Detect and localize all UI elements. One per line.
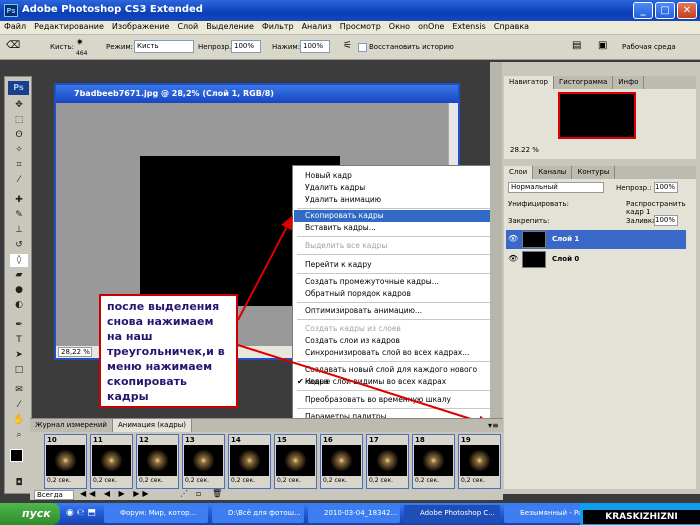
playback-controls[interactable]: ◀◀ ◀ ▶ ▶▶ xyxy=(80,489,152,498)
layer-opacity-input[interactable]: 100% xyxy=(654,182,678,193)
frame-number: 12 xyxy=(139,436,149,444)
tab-animation-frames[interactable]: Анимация (кадры) xyxy=(112,419,193,432)
frame-thumbnail xyxy=(92,445,131,476)
animation-frame[interactable]: 17 0,2 сек. xyxy=(366,434,409,489)
animation-panel: Журнал измерений Анимация (кадры) ▾≡ 10 0,… xyxy=(30,418,503,500)
layers-panel: Нормальный Непрозр.: 100% Унифицировать:… xyxy=(504,179,696,489)
layer-thumbnail xyxy=(522,251,546,268)
navigator-preview[interactable] xyxy=(558,92,636,139)
task-paint[interactable]: Безымянный - Paint xyxy=(504,505,580,523)
frame-thumbnail xyxy=(414,445,453,476)
animation-frame[interactable]: 15 0,2 сек. xyxy=(274,434,317,489)
tween-icon[interactable]: ⋰ xyxy=(180,489,188,498)
frame-number: 11 xyxy=(93,436,103,444)
propagate-frame-label[interactable]: Распространить кадр 1 xyxy=(626,200,696,216)
frame-number: 13 xyxy=(185,436,195,444)
loop-select[interactable]: Всегда xyxy=(34,490,74,500)
eye-icon[interactable]: 👁 xyxy=(508,234,518,243)
frame-thumbnail xyxy=(276,445,315,476)
frame-number: 14 xyxy=(231,436,241,444)
tab-histogram[interactable]: Гистограмма xyxy=(554,76,614,89)
frame-number: 17 xyxy=(369,436,379,444)
frame-thumbnail xyxy=(230,445,269,476)
tab-measurement-log[interactable]: Журнал измерений xyxy=(30,419,113,432)
tab-layers[interactable]: Слои xyxy=(504,166,534,179)
watermark: KRASKIZHIZNI xyxy=(583,510,700,524)
frame-thumbnail xyxy=(322,445,361,476)
lock-label: Закрепить: xyxy=(508,217,550,225)
new-frame-icon[interactable]: ▫ xyxy=(196,489,201,498)
navigator-tabs: Навигатор Гистограмма Инфо xyxy=(504,76,696,89)
arrow-to-copy-frames xyxy=(237,215,293,321)
eye-icon[interactable]: 👁 xyxy=(508,254,518,263)
frame-thumbnail xyxy=(460,445,499,476)
frame-number: 18 xyxy=(415,436,425,444)
frame-duration[interactable]: 0,2 сек. xyxy=(231,477,255,484)
frame-number: 16 xyxy=(323,436,333,444)
layers-tabs: Слои Каналы Контуры xyxy=(504,166,696,179)
frame-duration[interactable]: 0,2 сек. xyxy=(461,477,485,484)
layer-row[interactable]: 👁 Слой 0 xyxy=(506,250,686,269)
frame-duration[interactable]: 0,2 сек. xyxy=(47,477,71,484)
navigator-zoom[interactable]: 28.22 % xyxy=(510,146,539,154)
layer-name: Слой 0 xyxy=(552,255,580,263)
layer-opacity-label: Непрозр.: xyxy=(616,184,652,192)
layer-name: Слой 1 xyxy=(552,235,580,243)
fill-input[interactable]: 100% xyxy=(654,215,678,226)
animation-frame[interactable]: 13 0,2 сек. xyxy=(182,434,225,489)
layer-row[interactable]: 👁 Слой 1 xyxy=(506,230,686,249)
task-forum[interactable]: Форум: Мир, котор... xyxy=(104,505,208,523)
frame-duration[interactable]: 0,2 сек. xyxy=(277,477,301,484)
frame-duration[interactable]: 0,2 сек. xyxy=(323,477,347,484)
frame-duration[interactable]: 0,2 сек. xyxy=(185,477,209,484)
frame-number: 10 xyxy=(47,436,57,444)
task-screenshot[interactable]: 2010-03-04_18342... xyxy=(308,505,400,523)
delete-frame-icon[interactable]: 🗑 xyxy=(212,489,222,498)
animation-frame[interactable]: 11 0,2 сек. xyxy=(90,434,133,489)
task-folder[interactable]: D:\Всё для фотош... xyxy=(212,505,304,523)
quick-launch-icons[interactable]: ◉ ℮ ⬒ xyxy=(66,508,96,518)
frame-thumbnail xyxy=(184,445,223,476)
blend-mode-select[interactable]: Нормальный xyxy=(508,182,604,193)
layer-thumbnail xyxy=(522,231,546,248)
panel-menu-icon[interactable]: ▾≡ xyxy=(488,421,499,430)
frame-number: 15 xyxy=(277,436,287,444)
animation-frame[interactable]: 14 0,2 сек. xyxy=(228,434,271,489)
animation-frame[interactable]: 16 0,2 сек. xyxy=(320,434,363,489)
start-button[interactable]: пуск xyxy=(0,503,60,525)
tab-info[interactable]: Инфо xyxy=(613,76,645,89)
frame-thumbnail xyxy=(46,445,85,476)
tab-channels[interactable]: Каналы xyxy=(533,166,573,179)
frame-duration[interactable]: 0,2 сек. xyxy=(415,477,439,484)
animation-tabs: Журнал измерений Анимация (кадры) xyxy=(30,419,503,432)
frame-thumbnail xyxy=(368,445,407,476)
tab-navigator[interactable]: Навигатор xyxy=(504,76,554,89)
frame-thumbnail xyxy=(138,445,177,476)
frame-duration[interactable]: 0,2 сек. xyxy=(369,477,393,484)
frame-number: 19 xyxy=(461,436,471,444)
tab-paths[interactable]: Контуры xyxy=(572,166,616,179)
arrow-to-panel-menu xyxy=(237,344,492,428)
frame-duration[interactable]: 0,2 сек. xyxy=(93,477,117,484)
animation-frame[interactable]: 10 0,2 сек. xyxy=(44,434,87,489)
animation-frame[interactable]: 18 0,2 сек. xyxy=(412,434,455,489)
frame-duration[interactable]: 0,2 сек. xyxy=(139,477,163,484)
task-photoshop[interactable]: Adobe Photoshop C... xyxy=(404,505,500,523)
animation-frame[interactable]: 19 0,2 сек. xyxy=(458,434,501,489)
animation-frame[interactable]: 12 0,2 сек. xyxy=(136,434,179,489)
unify-label: Унифицировать: xyxy=(508,200,569,208)
